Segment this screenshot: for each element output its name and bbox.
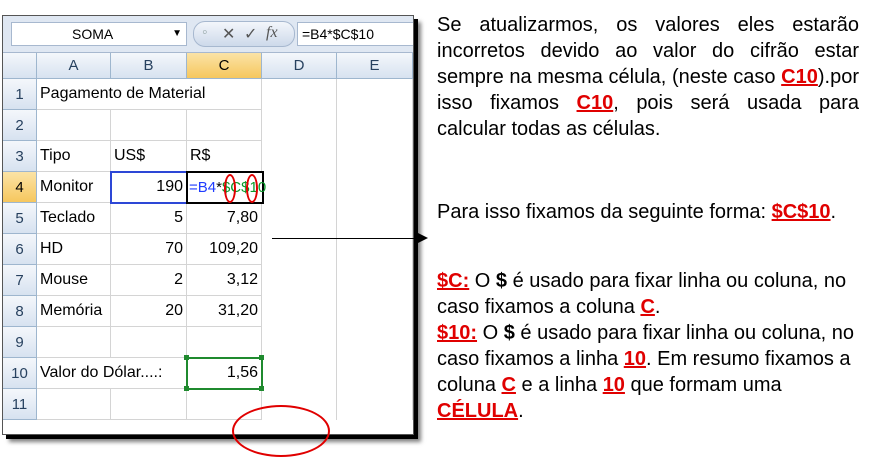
cell-c7[interactable]: 3,12 (187, 265, 262, 296)
text: e a linha (515, 374, 603, 396)
highlight-column-c: C (640, 296, 655, 318)
excel-screenshot: SOMA ▼ ◦ ✕ ✓ fx =B4*$C$10 A B C D E 1 2 … (2, 15, 414, 435)
text: . (830, 201, 837, 223)
highlight-absolute-ref: $C$10 (771, 201, 831, 223)
cell-c6[interactable]: 109,20 (187, 234, 262, 265)
dollar-symbol: $ (503, 322, 515, 344)
row-header-10[interactable]: 10 (3, 358, 37, 389)
column-header-b[interactable]: B (111, 53, 187, 79)
cell-a5[interactable]: Teclado (37, 203, 111, 234)
connector-line (272, 238, 422, 239)
formula-buttons: ◦ ✕ ✓ fx (193, 21, 295, 47)
cell-a2[interactable] (37, 110, 111, 141)
chevron-down-icon[interactable]: ▼ (172, 23, 182, 45)
name-box-value: SOMA (72, 26, 114, 42)
text: O (477, 322, 504, 344)
highlight-row-10: 10 (623, 348, 647, 370)
row-header-2[interactable]: 2 (3, 110, 37, 141)
row-header-1[interactable]: 1 (3, 79, 37, 110)
text: . (518, 400, 524, 422)
column-e-cells[interactable] (337, 79, 413, 420)
cell-a1[interactable]: Pagamento de Material (37, 79, 262, 110)
cell-c8[interactable]: 31,20 (187, 296, 262, 327)
dollar-symbol: $ (495, 270, 508, 292)
cell-b2[interactable] (111, 110, 187, 141)
green-handle-br (259, 386, 264, 391)
arrow-right-icon (418, 233, 428, 243)
cell-c2[interactable] (187, 110, 262, 141)
cell-c9[interactable] (187, 327, 262, 358)
row-header-9[interactable]: 9 (3, 327, 37, 358)
highlight-column-c: C (501, 374, 516, 396)
cell-b3[interactable]: US$ (111, 141, 187, 172)
formula-bar-area: SOMA ▼ ◦ ✕ ✓ fx =B4*$C$10 (3, 16, 413, 53)
label-dollar-10: $10: (437, 322, 478, 344)
name-box[interactable]: SOMA ▼ (11, 22, 187, 46)
reference-highlight-b4 (110, 171, 188, 204)
cell-b9[interactable] (111, 327, 187, 358)
cell-a8[interactable]: Memória (37, 296, 111, 327)
row-header-7[interactable]: 7 (3, 265, 37, 296)
highlight-celula: CÉLULA (437, 400, 519, 422)
row-header-5[interactable]: 5 (3, 203, 37, 234)
text: que formam uma (624, 374, 782, 396)
red-circle-dollar-1 (224, 174, 236, 203)
cell-b6[interactable]: 70 (111, 234, 187, 265)
column-d-cells[interactable] (262, 79, 337, 420)
formula-input[interactable]: =B4*$C$10 (297, 22, 413, 46)
green-handle-tl (184, 355, 189, 360)
cell-b5[interactable]: 5 (111, 203, 187, 234)
cell-a7[interactable]: Mouse (37, 265, 111, 296)
explanation-paragraph-1: Se atualizarmos, os valores eles estarão… (437, 12, 859, 142)
enter-icon[interactable]: ✓ (244, 24, 257, 44)
formula-ref-b4: =B4 (189, 179, 217, 196)
red-circle-dollar-2 (246, 174, 258, 203)
cell-a4[interactable]: Monitor (37, 172, 111, 203)
cell-a11[interactable] (37, 389, 111, 420)
cell-c5[interactable]: 7,80 (187, 203, 262, 234)
grip-icon: ◦ (202, 24, 208, 41)
cell-a9[interactable] (37, 327, 111, 358)
green-handle-tr (259, 355, 264, 360)
column-header-d[interactable]: D (262, 53, 337, 79)
select-all-corner[interactable] (3, 53, 37, 79)
cancel-icon[interactable]: ✕ (222, 24, 235, 44)
row-header-8[interactable]: 8 (3, 296, 37, 327)
insert-function-icon[interactable]: fx (266, 24, 278, 42)
row-header-11[interactable]: 11 (3, 389, 37, 420)
cell-c3[interactable]: R$ (187, 141, 262, 172)
column-header-c[interactable]: C (187, 53, 262, 79)
reference-highlight-c10 (186, 357, 263, 390)
label-dollar-c: $C: (437, 270, 470, 292)
cell-b8[interactable]: 20 (111, 296, 187, 327)
cell-b11[interactable] (111, 389, 187, 420)
row-header-4[interactable]: 4 (3, 172, 37, 203)
highlight-c10: C10 (781, 66, 818, 88)
cell-a10[interactable]: Valor do Dólar....: (37, 358, 187, 389)
highlight-c10: C10 (576, 92, 614, 114)
cell-a3[interactable]: Tipo (37, 141, 111, 172)
column-header-a[interactable]: A (37, 53, 111, 79)
row-header-6[interactable]: 6 (3, 234, 37, 265)
cell-a6[interactable]: HD (37, 234, 111, 265)
explanation-paragraph-3: $C: O $ é usado para fixar linha ou colu… (437, 268, 859, 424)
highlight-row-10: 10 (602, 374, 625, 396)
explanation-paragraph-2: Para isso fixamos da seguinte forma: $C$… (437, 199, 859, 225)
text: Para isso fixamos da seguinte forma: (437, 201, 772, 223)
green-handle-bl (184, 386, 189, 391)
row-header-3[interactable]: 3 (3, 141, 37, 172)
text: O (469, 270, 496, 292)
red-ellipse-annotation (232, 405, 330, 457)
text: . (654, 296, 661, 318)
column-header-e[interactable]: E (337, 53, 413, 79)
cell-b7[interactable]: 2 (111, 265, 187, 296)
